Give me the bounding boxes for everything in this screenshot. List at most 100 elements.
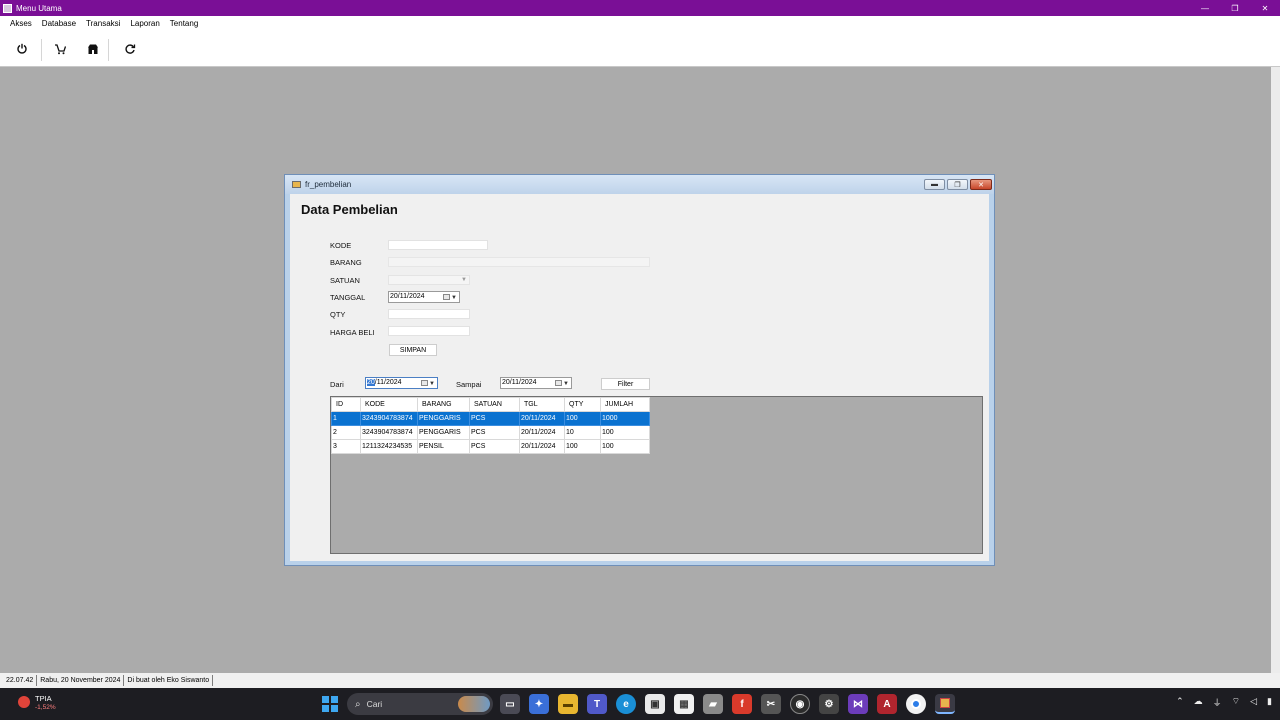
cell-tgl[interactable]: 20/11/2024 <box>519 425 565 440</box>
cell-jumlah[interactable]: 100 <box>600 425 650 440</box>
taskbar: TPIA -1,52% ⌕ Cari ▭ ✦ ▬ T e ▣ ▦ ▰ f ✂ ◉… <box>0 688 1280 720</box>
col-kode-header[interactable]: KODE <box>360 397 418 412</box>
cell-id[interactable]: 3 <box>331 439 361 454</box>
table-row[interactable]: 1 3243904783874 PENGGARIS PCS 20/11/2024… <box>331 411 650 426</box>
cell-tgl[interactable]: 20/11/2024 <box>519 439 565 454</box>
status-author: Di buat oleh Eko Siswanto <box>124 675 214 686</box>
col-barang-header[interactable]: BARANG <box>417 397 470 412</box>
barang-field[interactable] <box>388 257 650 267</box>
settings-icon[interactable]: ⚙ <box>819 694 839 714</box>
table-row[interactable]: 3 1211324234535 PENSIL PCS 20/11/2024 10… <box>331 439 650 454</box>
window-title: Menu Utama <box>16 3 62 13</box>
stock-change: -1,52% <box>35 704 56 711</box>
cell-kode[interactable]: 1211324234535 <box>360 439 418 454</box>
cell-id[interactable]: 1 <box>331 411 361 426</box>
volume-icon[interactable]: ◁ <box>1250 696 1257 709</box>
foxit-icon[interactable]: f <box>732 694 752 714</box>
wifi-icon[interactable]: ⌔ <box>1232 696 1240 709</box>
pembelian-form-body: Data Pembelian KODE BARANG SATUAN ▼ TANG… <box>290 194 989 561</box>
menu-database[interactable]: Database <box>37 19 81 28</box>
github-icon[interactable]: ◉ <box>790 694 810 714</box>
kode-field[interactable] <box>388 240 488 250</box>
access-icon[interactable]: A <box>877 694 897 714</box>
col-tgl-header[interactable]: TGL <box>519 397 565 412</box>
col-id-header[interactable]: ID <box>331 397 361 412</box>
cell-barang[interactable]: PENSIL <box>417 439 470 454</box>
battery-icon[interactable]: ▮ <box>1267 696 1272 709</box>
store-icon[interactable]: ▣ <box>645 694 665 714</box>
cell-satuan[interactable]: PCS <box>469 411 520 426</box>
tanggal-label: TANGGAL <box>330 293 366 302</box>
menu-akses[interactable]: Akses <box>5 19 37 28</box>
menu-tentang[interactable]: Tentang <box>165 19 203 28</box>
dari-datepicker[interactable]: 20/11/2024 ▼ <box>365 377 438 389</box>
cell-qty[interactable]: 100 <box>564 439 601 454</box>
menu-laporan[interactable]: Laporan <box>125 19 164 28</box>
taskbar-search[interactable]: ⌕ Cari <box>347 693 493 715</box>
refresh-icon[interactable] <box>118 37 142 61</box>
stock-widget[interactable]: TPIA -1,52% <box>18 694 56 711</box>
microphone-icon[interactable]: ⏚ <box>1213 696 1222 709</box>
cell-barang[interactable]: PENGGARIS <box>417 425 470 440</box>
sampai-datepicker[interactable]: 20/11/2024 ▼ <box>500 377 572 389</box>
folder-icon[interactable]: ▰ <box>703 694 723 714</box>
shop-icon[interactable] <box>81 37 105 61</box>
menu-transaksi[interactable]: Transaksi <box>81 19 125 28</box>
cell-tgl[interactable]: 20/11/2024 <box>519 411 565 426</box>
edge-icon[interactable]: e <box>616 694 636 714</box>
filter-button[interactable]: Filter <box>601 378 650 390</box>
toolbar-separator <box>41 39 42 61</box>
barang-label: BARANG <box>330 258 362 267</box>
cell-kode[interactable]: 3243904783874 <box>360 425 418 440</box>
form-restore-button[interactable]: ❐ <box>947 179 968 190</box>
task-view-icon[interactable]: ▭ <box>500 694 520 714</box>
calendar-app-icon[interactable]: ▦ <box>674 694 694 714</box>
power-icon[interactable] <box>10 37 34 61</box>
copilot-icon[interactable]: ✦ <box>529 694 549 714</box>
simpan-button[interactable]: SIMPAN <box>389 344 437 356</box>
mdi-scrollbar[interactable] <box>1271 67 1280 673</box>
cloud-icon[interactable]: ☁ <box>1194 696 1203 709</box>
menu-bar: Akses Database Transaksi Laporan Tentang <box>0 16 1280 31</box>
cell-qty[interactable]: 10 <box>564 425 601 440</box>
cell-kode[interactable]: 3243904783874 <box>360 411 418 426</box>
window-controls: — ❐ ✕ <box>1190 0 1280 16</box>
cell-id[interactable]: 2 <box>331 425 361 440</box>
col-jumlah-header[interactable]: JUMLAH <box>600 397 650 412</box>
maximize-button[interactable]: ❐ <box>1220 0 1250 16</box>
chrome-icon[interactable] <box>906 694 926 714</box>
form-minimize-button[interactable]: ▬ <box>924 179 945 190</box>
calendar-icon <box>443 294 450 300</box>
table-row[interactable]: 2 3243904783874 PENGGARIS PCS 20/11/2024… <box>331 425 650 440</box>
cell-barang[interactable]: PENGGARIS <box>417 411 470 426</box>
teams-icon[interactable]: T <box>587 694 607 714</box>
cell-jumlah[interactable]: 1000 <box>600 411 650 426</box>
cell-jumlah[interactable]: 100 <box>600 439 650 454</box>
col-satuan-header[interactable]: SATUAN <box>469 397 520 412</box>
calendar-icon <box>555 380 562 386</box>
cell-satuan[interactable]: PCS <box>469 439 520 454</box>
close-button[interactable]: ✕ <box>1250 0 1280 16</box>
cell-satuan[interactable]: PCS <box>469 425 520 440</box>
windows-start-icon[interactable] <box>322 696 338 712</box>
calendar-icon <box>421 380 428 386</box>
file-explorer-icon[interactable]: ▬ <box>558 694 578 714</box>
system-tray: ⌃ ☁ ⏚ ⌔ ◁ ▮ <box>1176 696 1272 709</box>
chevron-up-icon[interactable]: ⌃ <box>1176 696 1184 709</box>
crop-tool-icon[interactable]: ✂ <box>761 694 781 714</box>
running-app-icon[interactable] <box>935 694 955 714</box>
tanggal-datepicker[interactable]: 20/11/2024 ▼ <box>388 291 460 303</box>
dari-value-selected: 20 <box>367 379 375 386</box>
pembelian-title-bar[interactable]: fr_pembelian ▬ ❐ ✕ <box>285 175 994 194</box>
form-close-button[interactable]: ✕ <box>970 179 992 190</box>
satuan-label: SATUAN <box>330 276 360 285</box>
minimize-button[interactable]: — <box>1190 0 1220 16</box>
cart-icon[interactable] <box>48 37 72 61</box>
visual-studio-icon[interactable]: ⋈ <box>848 694 868 714</box>
pembelian-grid[interactable]: ID KODE BARANG SATUAN TGL QTY JUMLAH 1 3 <box>330 396 983 554</box>
cell-qty[interactable]: 100 <box>564 411 601 426</box>
col-qty-header[interactable]: QTY <box>564 397 601 412</box>
qty-field[interactable] <box>388 309 470 319</box>
harga-beli-field[interactable] <box>388 326 470 336</box>
satuan-dropdown[interactable]: ▼ <box>388 275 470 285</box>
